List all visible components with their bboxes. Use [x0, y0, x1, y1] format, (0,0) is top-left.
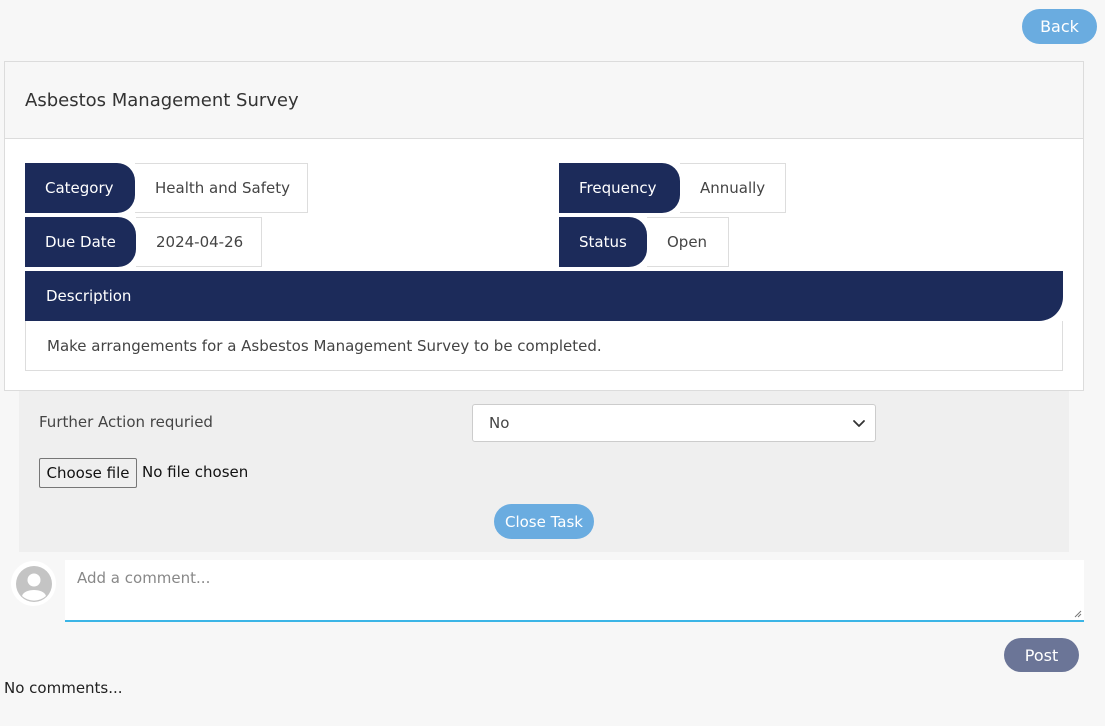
due-date-label: Due Date — [25, 217, 136, 267]
description-text: Make arrangements for a Asbestos Managem… — [25, 321, 1063, 371]
category-value: Health and Safety — [135, 163, 308, 213]
no-comments-text: No comments... — [4, 679, 123, 697]
choose-file-button[interactable]: Choose file — [39, 458, 137, 488]
further-action-select[interactable]: No — [472, 404, 876, 442]
comment-placeholder: Add a comment... — [77, 569, 211, 587]
further-action-label: Further Action requried — [39, 413, 213, 431]
task-card-header: Asbestos Management Survey — [5, 62, 1083, 139]
task-card: Asbestos Management Survey Category Heal… — [4, 61, 1084, 391]
description-header: Description — [25, 271, 1063, 321]
due-date-value: 2024-04-26 — [136, 217, 262, 267]
status-field: Status Open — [559, 217, 729, 267]
user-avatar-icon — [11, 561, 56, 606]
status-value: Open — [647, 217, 729, 267]
frequency-label: Frequency — [559, 163, 680, 213]
back-button[interactable]: Back — [1022, 9, 1097, 44]
comment-input[interactable]: Add a comment... — [65, 560, 1084, 622]
chevron-down-icon — [853, 420, 865, 427]
category-field: Category Health and Safety — [25, 163, 308, 213]
due-date-field: Due Date 2024-04-26 — [25, 217, 262, 267]
category-label: Category — [25, 163, 135, 213]
file-status-text: No file chosen — [142, 463, 249, 481]
task-detail-page: Back Asbestos Management Survey Category… — [0, 0, 1105, 726]
resize-grip-icon[interactable] — [1074, 610, 1082, 618]
close-task-button[interactable]: Close Task — [494, 504, 594, 539]
status-label: Status — [559, 217, 647, 267]
task-title: Asbestos Management Survey — [25, 89, 299, 111]
task-action-panel: Further Action requried No Choose file N… — [19, 391, 1069, 552]
frequency-value: Annually — [680, 163, 786, 213]
further-action-selected-value: No — [489, 414, 510, 432]
frequency-field: Frequency Annually — [559, 163, 786, 213]
post-comment-button[interactable]: Post — [1004, 638, 1079, 672]
